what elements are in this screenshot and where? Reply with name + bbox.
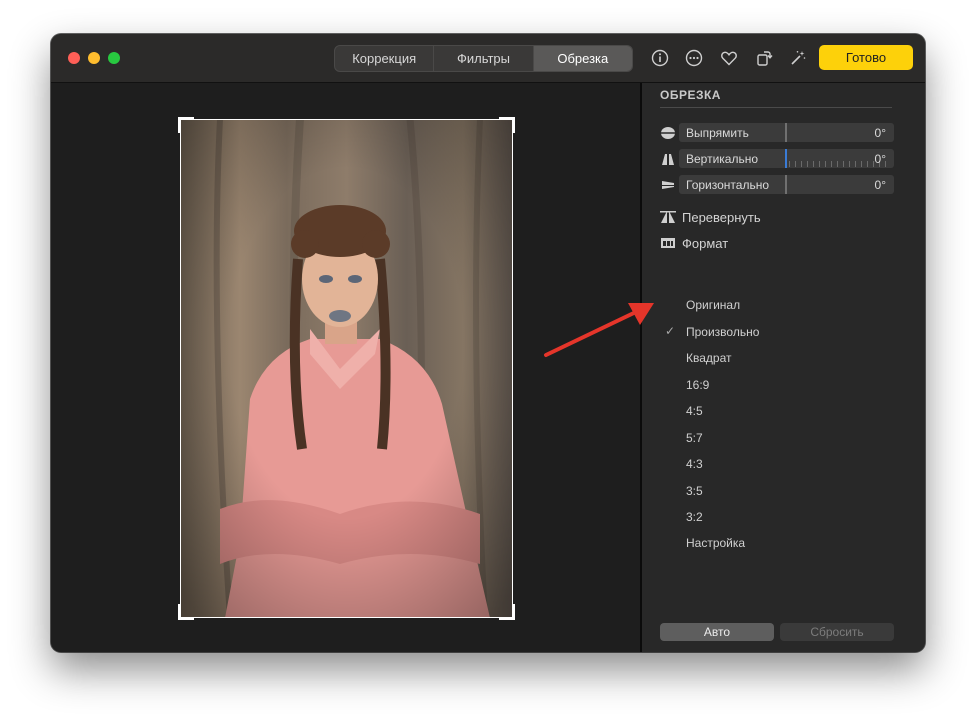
straighten-indicator [785,123,787,142]
minimize-window-button[interactable] [88,52,100,64]
format-header[interactable]: Формат [660,233,728,253]
format-4-3[interactable]: 4:3 [686,457,703,471]
crop-frame[interactable] [180,119,513,618]
vertical-icon [660,151,676,167]
auto-button[interactable]: Авто [660,623,774,641]
flip-button[interactable]: Перевернуть [660,207,761,227]
vertical-track[interactable]: Вертикально 0° [679,149,894,168]
vertical-value: 0° [874,152,886,166]
heart-icon[interactable] [719,48,739,68]
zoom-window-button[interactable] [108,52,120,64]
horizontal-indicator [785,175,787,194]
format-3-5[interactable]: 3:5 [686,484,703,498]
horizontal-icon [660,177,676,193]
tab-adjust[interactable]: Коррекция [335,46,435,71]
aspect-ratio-icon [660,235,676,251]
section-title: ОБРЕЗКА [660,88,721,102]
close-window-button[interactable] [68,52,80,64]
format-freeform[interactable]: Произвольно [686,325,759,339]
straighten-track[interactable]: Выпрямить 0° [679,123,894,142]
flip-icon [660,209,676,225]
vertical-label: Вертикально [686,152,759,166]
done-button[interactable]: Готово [819,45,913,70]
vertical-slider[interactable]: Вертикально 0° [660,149,894,169]
magic-wand-icon[interactable] [788,48,808,68]
rotate-icon[interactable] [754,48,774,68]
photos-editor-window: Коррекция Фильтры Обрезка Готово ОБРЕЗКА… [51,34,925,652]
edit-mode-segmented-control: Коррекция Фильтры Обрезка [334,45,633,72]
format-label: Формат [682,235,729,251]
format-4-5[interactable]: 4:5 [686,404,703,418]
photo-canvas [51,83,640,652]
straighten-value: 0° [874,126,886,140]
format-square[interactable]: Квадрат [686,351,732,365]
horizontal-track[interactable]: Горизонтально 0° [679,175,894,194]
crop-handle-bottom-right[interactable] [499,604,515,620]
straighten-slider[interactable]: Выпрямить 0° [660,123,894,143]
format-3-2[interactable]: 3:2 [686,510,703,524]
info-icon[interactable] [650,48,670,68]
crop-handle-top-left[interactable] [178,117,194,133]
annotation-arrow [544,303,654,357]
straighten-icon [660,125,676,141]
horizontal-label: Горизонтально [686,178,770,192]
reset-button[interactable]: Сбросить [780,623,894,641]
crop-handle-top-right[interactable] [499,117,515,133]
tab-filters[interactable]: Фильтры [434,46,534,71]
crop-handle-bottom-left[interactable] [178,604,194,620]
crop-sidebar: ОБРЕЗКА Выпрямить 0° Вертикально 0° Гори… [642,83,925,652]
format-16-9[interactable]: 16:9 [686,378,709,392]
checkmark-icon: ✓ [665,324,676,338]
tab-crop[interactable]: Обрезка [533,46,632,71]
vertical-indicator [785,149,787,168]
format-original[interactable]: Оригинал [686,298,740,312]
more-icon[interactable] [684,48,704,68]
format-5-7[interactable]: 5:7 [686,431,703,445]
toolbar: Коррекция Фильтры Обрезка Готово [51,34,925,83]
horizontal-value: 0° [874,178,886,192]
section-divider [660,107,892,108]
straighten-label: Выпрямить [686,126,749,140]
format-custom[interactable]: Настройка [686,536,745,550]
horizontal-slider[interactable]: Горизонтально 0° [660,175,894,195]
flip-label: Перевернуть [682,209,761,225]
